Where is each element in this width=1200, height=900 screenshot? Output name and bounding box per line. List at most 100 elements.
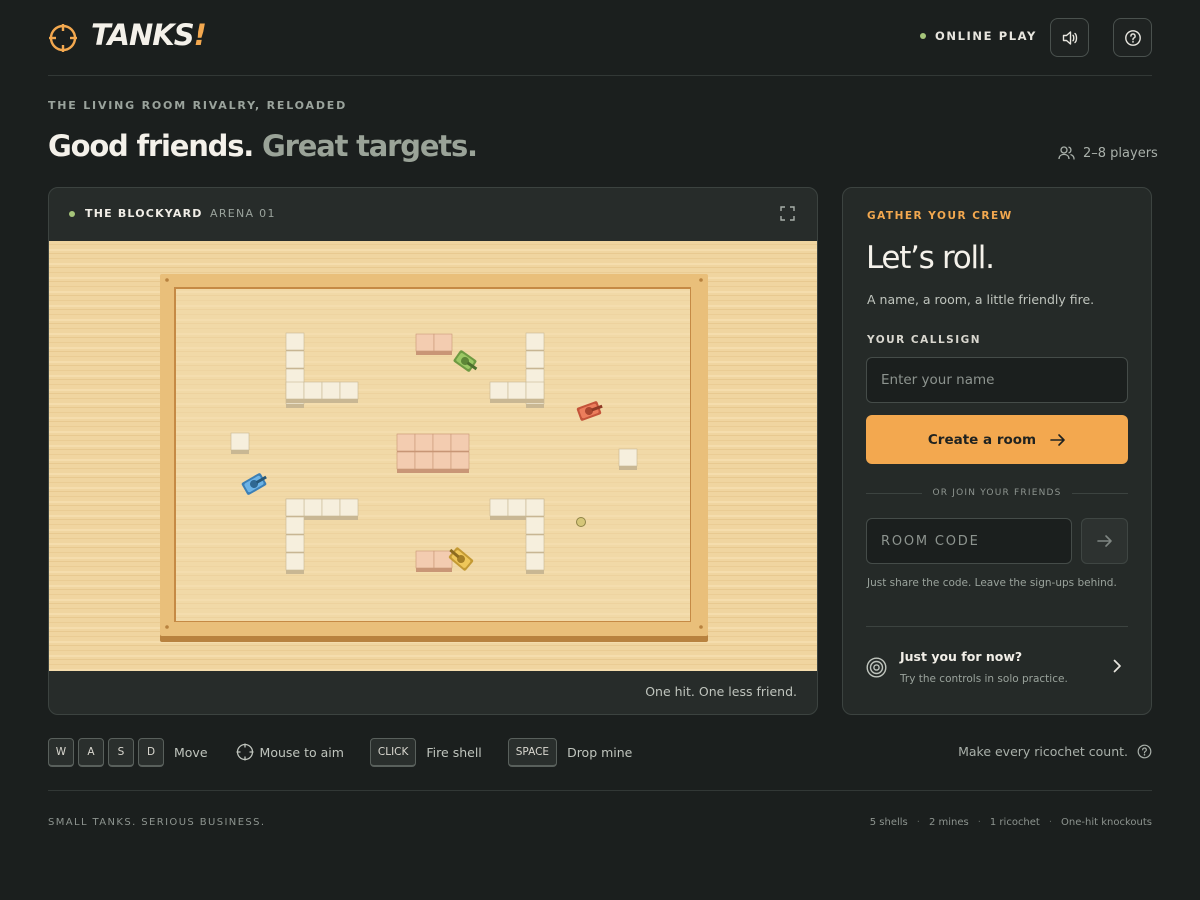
solo-title: Just you for now? — [900, 649, 1023, 664]
ricochet-text: Make every ricochet count. — [958, 744, 1128, 759]
wall-block — [285, 350, 305, 369]
arena-tagline: One hit. One less friend. — [645, 684, 797, 699]
crate-block — [433, 550, 453, 569]
arena-header: THE BLOCKYARD ARENA 01 — [49, 188, 817, 241]
join-room-button[interactable] — [1081, 518, 1128, 564]
shell-projectile — [576, 517, 586, 527]
footer-tagline: SMALL TANKS. SERIOUS BUSINESS. — [48, 817, 266, 828]
stat-mines: 2 mines — [928, 817, 969, 828]
arrow-right-icon — [1096, 535, 1112, 547]
room-code-hint: Just share the code. Leave the sign-ups … — [867, 577, 1117, 589]
player-count: 2–8 players — [1058, 145, 1158, 161]
logo-wordmark[interactable]: TANKS! — [91, 18, 207, 52]
stat-separator: · — [977, 817, 981, 828]
arena-card: THE BLOCKYARD ARENA 01 One hit. One less… — [48, 187, 818, 715]
crate-block — [415, 333, 435, 352]
wall-block — [525, 552, 545, 571]
status-dot — [920, 33, 926, 39]
mine-label: Drop mine — [567, 744, 633, 760]
sound-button[interactable] — [1050, 18, 1089, 57]
aim-label: Mouse to aim — [259, 744, 344, 760]
crosshair-icon — [236, 743, 254, 761]
create-room-label: Create a room — [927, 431, 1037, 448]
page-title: Good friends. Great targets. — [48, 129, 478, 163]
wall-block — [525, 332, 545, 351]
fire-label: Fire shell — [426, 744, 482, 760]
stat-shells: 5 shells — [869, 817, 908, 828]
crate-block — [414, 433, 434, 452]
wall-block — [618, 448, 638, 467]
crate-block — [432, 433, 452, 452]
crate-block — [450, 451, 470, 470]
fullscreen-icon[interactable] — [780, 206, 795, 221]
top-header: TANKS! ONLINE PLAY — [48, 0, 1152, 76]
wall-block — [285, 332, 305, 351]
stat-separator: · — [1048, 817, 1053, 828]
target-icon — [866, 657, 887, 678]
arena-name: THE BLOCKYARD — [69, 207, 203, 220]
wall-block — [525, 534, 545, 553]
arena-name-label: THE BLOCKYARD — [85, 207, 203, 220]
key-s: S — [108, 737, 134, 767]
key-click: CLICK — [369, 737, 417, 767]
lobby-panel: GATHER YOUR CREW Let’s roll. A name, a r… — [842, 187, 1152, 715]
speaker-icon — [1062, 30, 1077, 45]
wall-block — [525, 381, 545, 400]
crate-block — [432, 451, 452, 470]
crate-block — [414, 451, 434, 470]
crate-block — [415, 550, 435, 569]
join-divider: OR JOIN YOUR FRIENDS — [866, 488, 1128, 498]
wall-block — [285, 534, 305, 553]
stat-separator: · — [916, 817, 920, 828]
stat-knockouts: One-hit knockouts — [1061, 817, 1152, 828]
arrow-right-icon — [1050, 433, 1065, 446]
chevron-right-icon — [1113, 659, 1121, 673]
wall-block — [285, 498, 305, 517]
ricochet-tip: Make every ricochet count. — [958, 744, 1152, 759]
arena-subtitle: ARENA 01 — [210, 207, 276, 220]
wall-block — [339, 498, 359, 517]
wall-block — [285, 381, 305, 400]
room-code-input[interactable] — [866, 518, 1072, 564]
wall-block — [525, 498, 545, 517]
footer-stats: 5 shells · 2 mines · 1 ricochet · One-hi… — [870, 817, 1152, 828]
arena-live-dot — [69, 210, 75, 217]
hero-eyebrow: THE LIVING ROOM RIVALRY, RELOADED — [48, 99, 347, 112]
headline-main: Good friends. — [48, 129, 254, 163]
join-divider-label: OR JOIN YOUR FRIENDS — [932, 488, 1062, 498]
help-circle-icon — [1124, 29, 1141, 46]
controls-legend: W A S D Move Mouse to aim CLICK Fire she… — [48, 737, 1152, 767]
player-count-label: 2–8 players — [1083, 145, 1158, 161]
crate-block — [396, 433, 416, 452]
panel-eyebrow: GATHER YOUR CREW — [867, 210, 1013, 222]
headline-muted: Great targets. — [262, 129, 478, 163]
wall-block — [321, 381, 341, 400]
wall-block — [285, 516, 305, 535]
crate-block — [433, 333, 453, 352]
game-board[interactable] — [49, 241, 817, 671]
create-room-button[interactable]: Create a room — [866, 415, 1128, 464]
key-space: SPACE — [507, 737, 558, 767]
wall-block — [525, 516, 545, 535]
panel-title: Let’s roll. — [866, 240, 995, 276]
online-status: ONLINE PLAY — [920, 29, 1037, 43]
wall-block — [507, 381, 527, 400]
help-circle-icon[interactable] — [1137, 744, 1152, 759]
move-label: Move — [174, 744, 208, 760]
wall-block — [489, 381, 509, 400]
callsign-label: YOUR CALLSIGN — [867, 334, 982, 346]
solo-subtitle: Try the controls in solo practice. — [900, 673, 1068, 685]
crosshair-logo-icon — [49, 24, 77, 52]
callsign-input[interactable] — [866, 357, 1128, 403]
crate-block — [396, 451, 416, 470]
wall-block — [525, 350, 545, 369]
wall-block — [507, 498, 527, 517]
solo-practice-link[interactable]: Just you for now? Try the controls in so… — [866, 626, 1128, 706]
help-button[interactable] — [1113, 18, 1152, 57]
key-a: A — [78, 737, 104, 767]
wall-block — [303, 498, 323, 517]
key-d: D — [138, 737, 164, 767]
wall-block — [321, 498, 341, 517]
wall-block — [285, 552, 305, 571]
wall-block — [339, 381, 359, 400]
